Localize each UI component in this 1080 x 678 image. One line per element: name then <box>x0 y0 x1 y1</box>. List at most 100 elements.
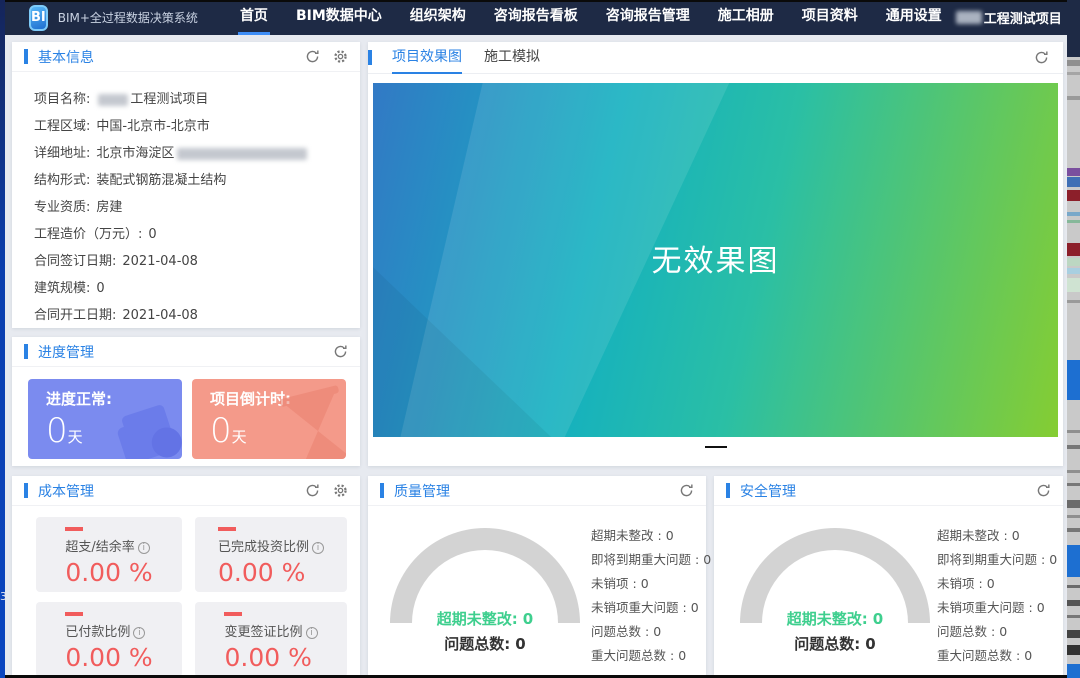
topbar-right-group: 工程测试项目 ? <box>956 8 1080 27</box>
stat-row: 超期未整改 :0 <box>937 524 1057 548</box>
accent-bar <box>380 483 384 498</box>
refresh-icon[interactable] <box>1035 483 1051 499</box>
info-icon[interactable]: i <box>133 627 145 639</box>
accent-bar <box>726 483 730 498</box>
render-panel: 项目效果图 施工模拟 无效果图 <box>368 42 1063 466</box>
info-row-building-scale: 建筑规模:0 <box>34 275 360 302</box>
nav-item-org-structure[interactable]: 组织架构 <box>396 0 480 35</box>
effect-image-placeholder: 无效果图 <box>373 83 1058 437</box>
gauge-overdue-line: 超期未整改:0 <box>390 608 580 629</box>
refresh-icon[interactable] <box>304 49 320 65</box>
gauge-total-line: 问题总数:0 <box>740 633 930 654</box>
info-icon[interactable]: i <box>306 627 318 639</box>
info-row-qualification: 专业资质:房建 <box>34 194 360 221</box>
scrollbar-minimap[interactable] <box>1067 0 1080 678</box>
cost-card-change-visa-ratio: 变更签证比例i 0.00 % <box>195 602 347 677</box>
cost-card-paid-ratio: 已付款比例i 0.00 % <box>36 602 182 677</box>
info-row-project-name: 项目名称:工程测试项目 <box>34 86 360 113</box>
info-row-contract-start-date: 合同开工日期:2021-04-08 <box>34 302 360 329</box>
accent-bar <box>24 49 28 64</box>
countdown-days-value: 0 <box>210 411 232 451</box>
nav-item-general-settings[interactable]: 通用设置 <box>872 0 956 35</box>
nav-item-construction-album[interactable]: 施工相册 <box>704 0 788 35</box>
app-logo-icon[interactable]: BI <box>29 5 48 31</box>
quality-header: 质量管理 <box>368 476 706 506</box>
collapse-handle[interactable] <box>705 446 727 448</box>
info-row-structure: 结构形式:装配式钢筋混凝土结构 <box>34 167 360 194</box>
hourglass-icon <box>282 391 346 459</box>
refresh-icon[interactable] <box>678 483 694 499</box>
project-name-redacted <box>956 11 982 24</box>
cost-value: 0.00 % <box>65 643 152 672</box>
project-countdown-card: 项目倒计时: 0天 <box>192 379 346 459</box>
safety-header: 安全管理 <box>714 476 1063 506</box>
cost-header: 成本管理 <box>12 476 360 506</box>
refresh-icon[interactable] <box>332 344 348 360</box>
stat-row: 重大问题总数 :0 <box>591 644 711 668</box>
basic-info-panel: 基本信息 项目名称:工程测试项目 工程区域:中国-北京市-北京市 详细地址:北京… <box>12 42 360 328</box>
refresh-icon[interactable] <box>304 483 320 499</box>
stat-row: 重大问题总数 :0 <box>937 644 1057 668</box>
info-icon[interactable]: i <box>138 542 150 554</box>
background-window-sliver: 3 <box>0 0 5 678</box>
quality-panel: 质量管理 超期未整改:0 问题总数:0 超期未整改 :0 即将到期重大问题 :0… <box>368 476 706 675</box>
accent-bar <box>368 50 372 65</box>
no-image-label: 无效果图 <box>373 236 1058 280</box>
stat-row: 未销项重大问题 :0 <box>591 596 711 620</box>
panel-title: 基本信息 <box>38 47 94 67</box>
accent-bar <box>24 344 28 359</box>
main-menu: 首页 BIM数据中心 组织架构 咨询报告看板 咨询报告管理 施工相册 项目资料 … <box>226 0 956 35</box>
progress-panel: 进度管理 进度正常: 0天 项目倒计时: 0天 <box>12 337 360 466</box>
stat-row: 问题总数 :0 <box>591 620 711 644</box>
tab-construction-simulation[interactable]: 施工模拟 <box>484 42 540 74</box>
info-row-region: 工程区域:中国-北京市-北京市 <box>34 113 360 140</box>
wallet-clock-icon <box>112 401 182 459</box>
project-selector[interactable]: 工程测试项目 <box>984 8 1062 27</box>
gear-icon[interactable] <box>332 483 348 499</box>
window-top-edge <box>0 0 1080 2</box>
safety-stats: 超期未整改 :0 即将到期重大问题 :0 未销项 :0 未销项重大问题 :0 问… <box>937 524 1057 668</box>
gauge-total-line: 问题总数:0 <box>390 633 580 654</box>
gauge-overdue-line: 超期未整改:0 <box>740 608 930 629</box>
cost-value: 0.00 % <box>218 558 324 587</box>
app-title: BIM+全过程数据决策系统 <box>58 9 198 26</box>
red-tick <box>65 527 83 531</box>
refresh-icon[interactable] <box>1033 50 1049 66</box>
progress-header: 进度管理 <box>12 337 360 367</box>
nav-item-report-board[interactable]: 咨询报告看板 <box>480 0 592 35</box>
nav-item-bim-data-center[interactable]: BIM数据中心 <box>282 0 396 35</box>
red-tick <box>218 527 236 531</box>
red-tick <box>224 612 242 616</box>
info-row-cost: 工程造价（万元）:0 <box>34 221 360 248</box>
quality-stats: 超期未整改 :0 即将到期重大问题 :0 未销项 :0 未销项重大问题 :0 问… <box>591 524 711 668</box>
stat-row: 即将到期重大问题 :0 <box>937 548 1057 572</box>
tab-effect-image[interactable]: 项目效果图 <box>392 42 462 74</box>
info-row-address: 详细地址:北京市海淀区 <box>34 140 360 167</box>
cost-card-invest-complete: 已完成投资比例i 0.00 % <box>195 517 347 592</box>
red-tick <box>65 612 83 616</box>
cost-value: 0.00 % <box>224 643 317 672</box>
stat-row: 即将到期重大问题 :0 <box>591 548 711 572</box>
cost-panel: 成本管理 超支/结余率i 0.00 % 已完成投资比例i 0.00 % <box>12 476 360 675</box>
info-icon[interactable]: i <box>312 542 324 554</box>
stat-row: 未销项 :0 <box>937 572 1057 596</box>
progress-days-value: 0 <box>46 411 68 451</box>
panel-title: 成本管理 <box>38 481 94 501</box>
cost-card-overrun-rate: 超支/结余率i 0.00 % <box>36 517 182 592</box>
panel-title: 质量管理 <box>394 481 450 501</box>
cost-value: 0.00 % <box>65 558 152 587</box>
basic-info-header: 基本信息 <box>12 42 360 72</box>
stat-row: 超期未整改 :0 <box>591 524 711 548</box>
render-tabbar: 项目效果图 施工模拟 <box>368 42 1063 74</box>
sliver-digit: 3 <box>0 590 7 603</box>
stat-row: 未销项重大问题 :0 <box>937 596 1057 620</box>
accent-bar <box>24 483 28 498</box>
nav-item-home[interactable]: 首页 <box>226 0 282 35</box>
gear-icon[interactable] <box>332 49 348 65</box>
nav-item-report-manage[interactable]: 咨询报告管理 <box>592 0 704 35</box>
stat-row: 问题总数 :0 <box>937 620 1057 644</box>
progress-normal-card: 进度正常: 0天 <box>28 379 182 459</box>
panel-title: 进度管理 <box>38 342 94 362</box>
nav-item-project-files[interactable]: 项目资料 <box>788 0 872 35</box>
top-navigation-bar: BI BIM+全过程数据决策系统 首页 BIM数据中心 组织架构 咨询报告看板 … <box>5 0 1067 35</box>
